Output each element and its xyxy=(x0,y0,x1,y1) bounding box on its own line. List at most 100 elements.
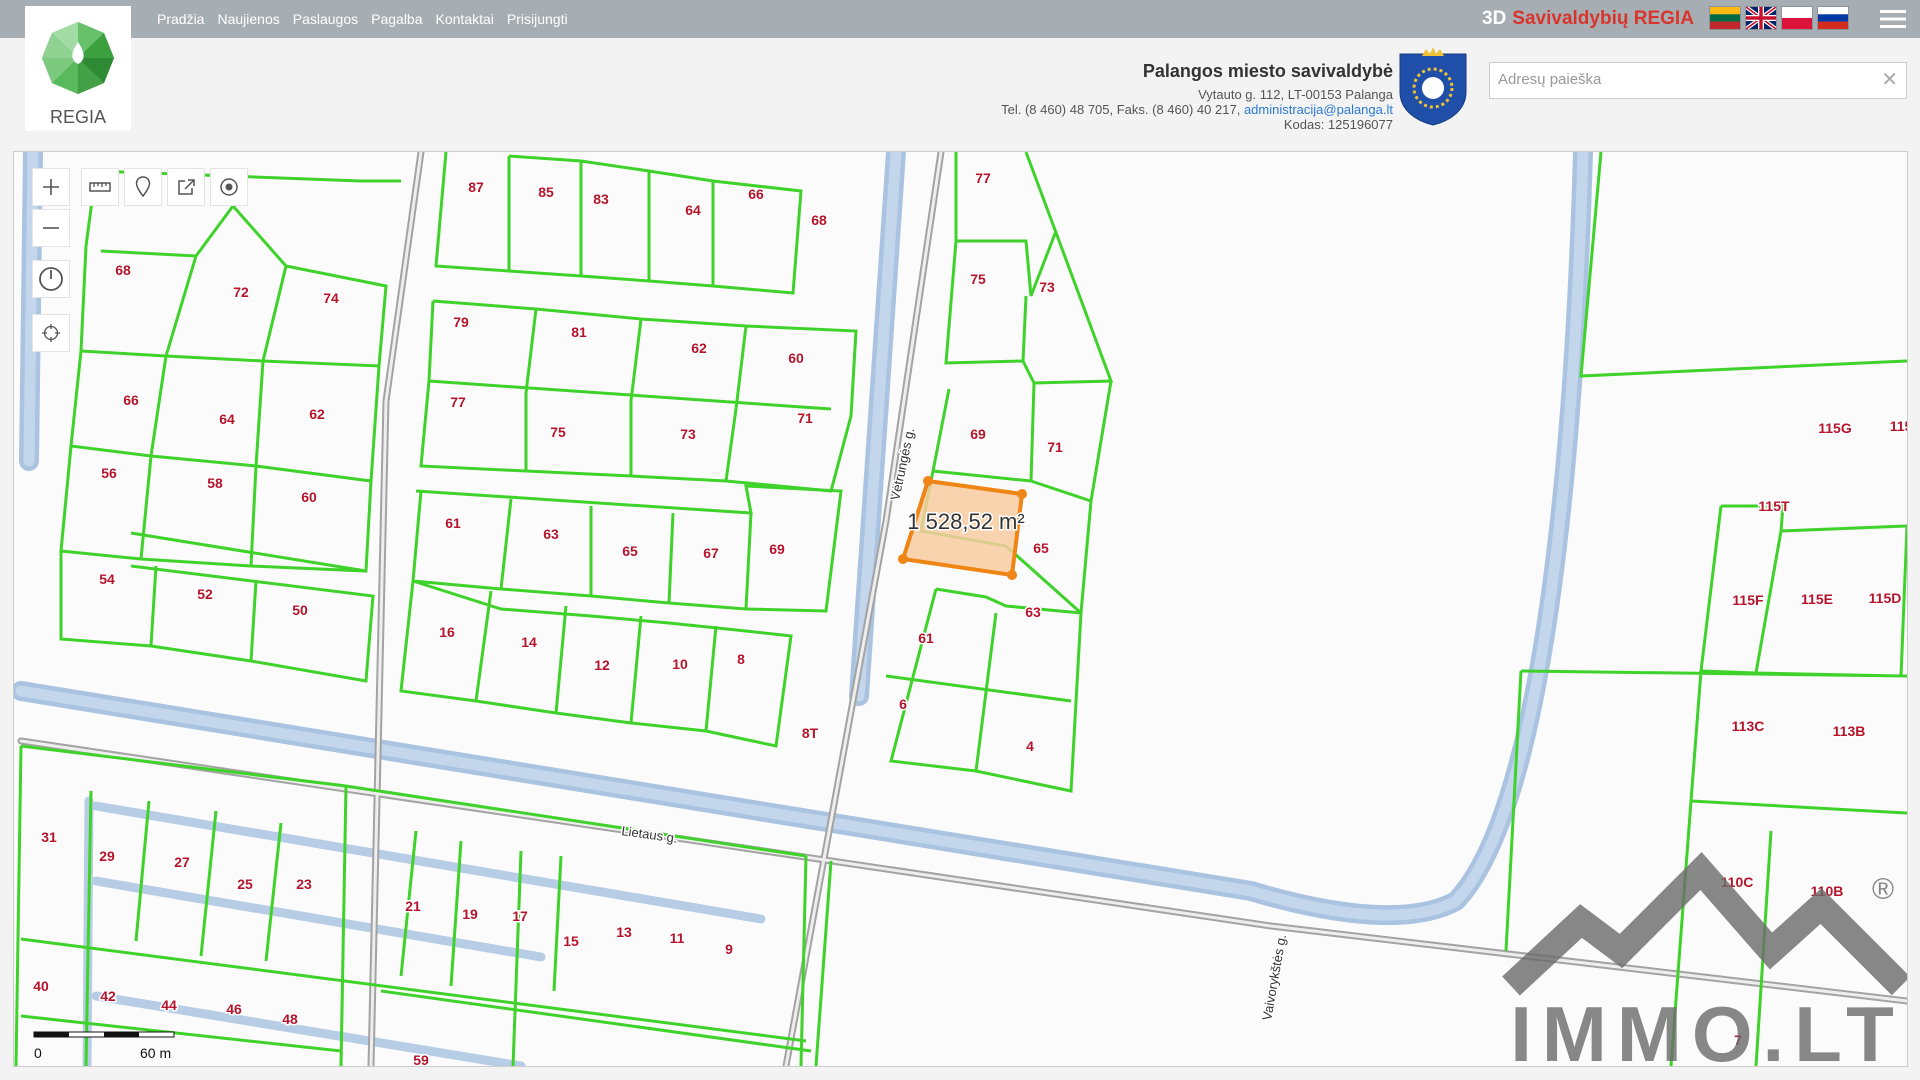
top-bar: Pradžia Naujienos Paslaugos Pagalba Kont… xyxy=(0,0,1920,38)
parcel-number-label: 62 xyxy=(309,406,325,422)
parcel-number-label: 48 xyxy=(282,1011,298,1027)
nav-item-help[interactable]: Pagalba xyxy=(371,11,422,27)
parcel-number-label: 19 xyxy=(462,906,478,922)
brand-title[interactable]: 3D Savivaldybių REGIA xyxy=(1482,8,1694,30)
parcel-number-label: 75 xyxy=(970,271,986,287)
parcel-number-label: 71 xyxy=(797,410,813,426)
map-view[interactable]: 1 528,52 m² Vėtrungės g. Lietaus g. Vaiv… xyxy=(13,151,1908,1067)
parcel-number-label: 13 xyxy=(616,924,632,940)
parcel-number-label: 69 xyxy=(769,541,785,557)
parcel-number-label: 52 xyxy=(197,586,213,602)
regia-logo-text: REGIA xyxy=(50,107,106,127)
parcel-number-label: 68 xyxy=(115,262,131,278)
parcel-number-label: 15 xyxy=(563,933,579,949)
parcel-number-label: 115 xyxy=(1890,418,1907,434)
hamburger-menu-icon[interactable] xyxy=(1880,8,1906,30)
parcel-number-label: 87 xyxy=(468,179,484,195)
parcel-number-label: 115G xyxy=(1818,420,1852,436)
municipality-name: Palangos miesto savivaldybė xyxy=(1142,61,1393,81)
address-search-input[interactable] xyxy=(1490,63,1886,96)
parcel-number-label: 50 xyxy=(292,602,308,618)
parcel-number-label: 71 xyxy=(1047,439,1063,455)
parcel-number-label: 14 xyxy=(521,634,537,650)
map-pin-icon xyxy=(135,176,151,198)
parcel-number-label: 11 xyxy=(670,930,685,946)
reset-north-button[interactable] xyxy=(32,260,70,298)
regia-logo[interactable]: REGIA xyxy=(25,6,131,131)
parcel-number-label: 115D xyxy=(1869,590,1902,606)
parcel-number-label: 40 xyxy=(33,978,49,994)
parcel-number-label: 60 xyxy=(301,489,317,505)
scale-start-label: 0 xyxy=(34,1045,42,1061)
parcel-number-label: 6 xyxy=(899,696,907,712)
flag-pl-icon[interactable] xyxy=(1782,7,1812,29)
selected-parcel[interactable]: 1 528,52 m² xyxy=(898,476,1027,580)
parcel-number-label: 77 xyxy=(975,170,991,186)
flag-ru-icon[interactable] xyxy=(1818,7,1848,29)
compass-icon xyxy=(39,267,63,291)
nav-item-home[interactable]: Pradžia xyxy=(157,11,204,27)
parcel-number-label: 63 xyxy=(543,526,559,542)
flag-lt-icon[interactable] xyxy=(1710,7,1740,29)
municipality-address: Vytauto g. 112, LT-00153 Palanga xyxy=(1198,87,1393,102)
parcel-number-label: 81 xyxy=(571,324,587,340)
parcel-number-label: 73 xyxy=(1039,279,1055,295)
parcel-number-label: 64 xyxy=(685,202,701,218)
parcel-number-label: 44 xyxy=(161,997,177,1013)
municipality-email-link[interactable]: administracija@palanga.lt xyxy=(1244,102,1393,117)
crosshair-icon xyxy=(42,324,60,342)
parcel-number-label: 12 xyxy=(594,657,610,673)
parcel-number-label: 16 xyxy=(439,624,455,640)
close-icon[interactable]: ✕ xyxy=(1881,69,1898,91)
parcel-number-label: 72 xyxy=(233,284,249,300)
parcel-number-label: 54 xyxy=(99,571,115,587)
parcel-number-label: 8 xyxy=(737,651,745,667)
share-icon xyxy=(178,179,195,195)
municipality-info: Palangos miesto savivaldybė Vytauto g. 1… xyxy=(1001,58,1393,132)
parcel-number-label: 67 xyxy=(703,545,719,561)
measure-tool-button[interactable] xyxy=(81,168,119,206)
parcel-number-label: 4 xyxy=(1026,738,1034,754)
coat-of-arms-icon xyxy=(1399,47,1467,126)
marker-tool-button[interactable] xyxy=(124,168,162,206)
share-button[interactable] xyxy=(167,168,205,206)
parcel-number-label: 17 xyxy=(512,908,528,924)
gps-button[interactable] xyxy=(32,314,70,352)
parcel-number-label: 23 xyxy=(296,876,312,892)
parcel-number-label: 69 xyxy=(970,426,986,442)
parcel-number-label: 77 xyxy=(450,394,466,410)
nav-item-news[interactable]: Naujienos xyxy=(217,11,279,27)
parcel-number-label: 29 xyxy=(99,848,115,864)
parcel-number-label: 65 xyxy=(622,543,638,559)
brand-3d-label: 3D xyxy=(1482,8,1507,29)
watermark-registered: ® xyxy=(1872,873,1894,906)
parcel-number-label: 46 xyxy=(226,1001,242,1017)
municipality-code: Kodas: 125196077 xyxy=(1283,117,1393,132)
parcel-number-label: 66 xyxy=(748,186,764,202)
parcel-number-label: 64 xyxy=(219,411,235,427)
nav-item-contacts[interactable]: Kontaktai xyxy=(436,11,494,27)
flag-en-icon[interactable] xyxy=(1746,7,1776,29)
parcel-number-label: 42 xyxy=(100,988,116,1004)
parcel-number-label: 73 xyxy=(680,426,696,442)
parcel-number-label: 115E xyxy=(1801,591,1833,607)
nav-item-login[interactable]: Prisijungti xyxy=(507,11,568,27)
parcel-number-label: 56 xyxy=(101,465,117,481)
parcel-number-label: 68 xyxy=(811,212,827,228)
parcel-number-label: 21 xyxy=(405,898,421,914)
parcel-number-label: 59 xyxy=(413,1052,429,1066)
parcel-number-label: 25 xyxy=(237,876,253,892)
parcel-number-label: 79 xyxy=(453,314,469,330)
parcel-number-label: 60 xyxy=(788,350,804,366)
parcel-number-label: 85 xyxy=(538,184,554,200)
address-search: ✕ xyxy=(1489,62,1907,99)
zoom-in-button[interactable] xyxy=(32,168,70,206)
nav-item-services[interactable]: Paslaugos xyxy=(293,11,358,27)
watermark: IMMO.LT ® xyxy=(1502,851,1907,1066)
watermark-text: IMMO.LT xyxy=(1510,990,1903,1066)
locate-me-button[interactable] xyxy=(210,168,248,206)
parcel-number-label: 27 xyxy=(174,854,190,870)
parcel-number-label: 75 xyxy=(550,424,566,440)
zoom-out-button[interactable] xyxy=(32,209,70,247)
parcel-number-label: 61 xyxy=(445,515,461,531)
